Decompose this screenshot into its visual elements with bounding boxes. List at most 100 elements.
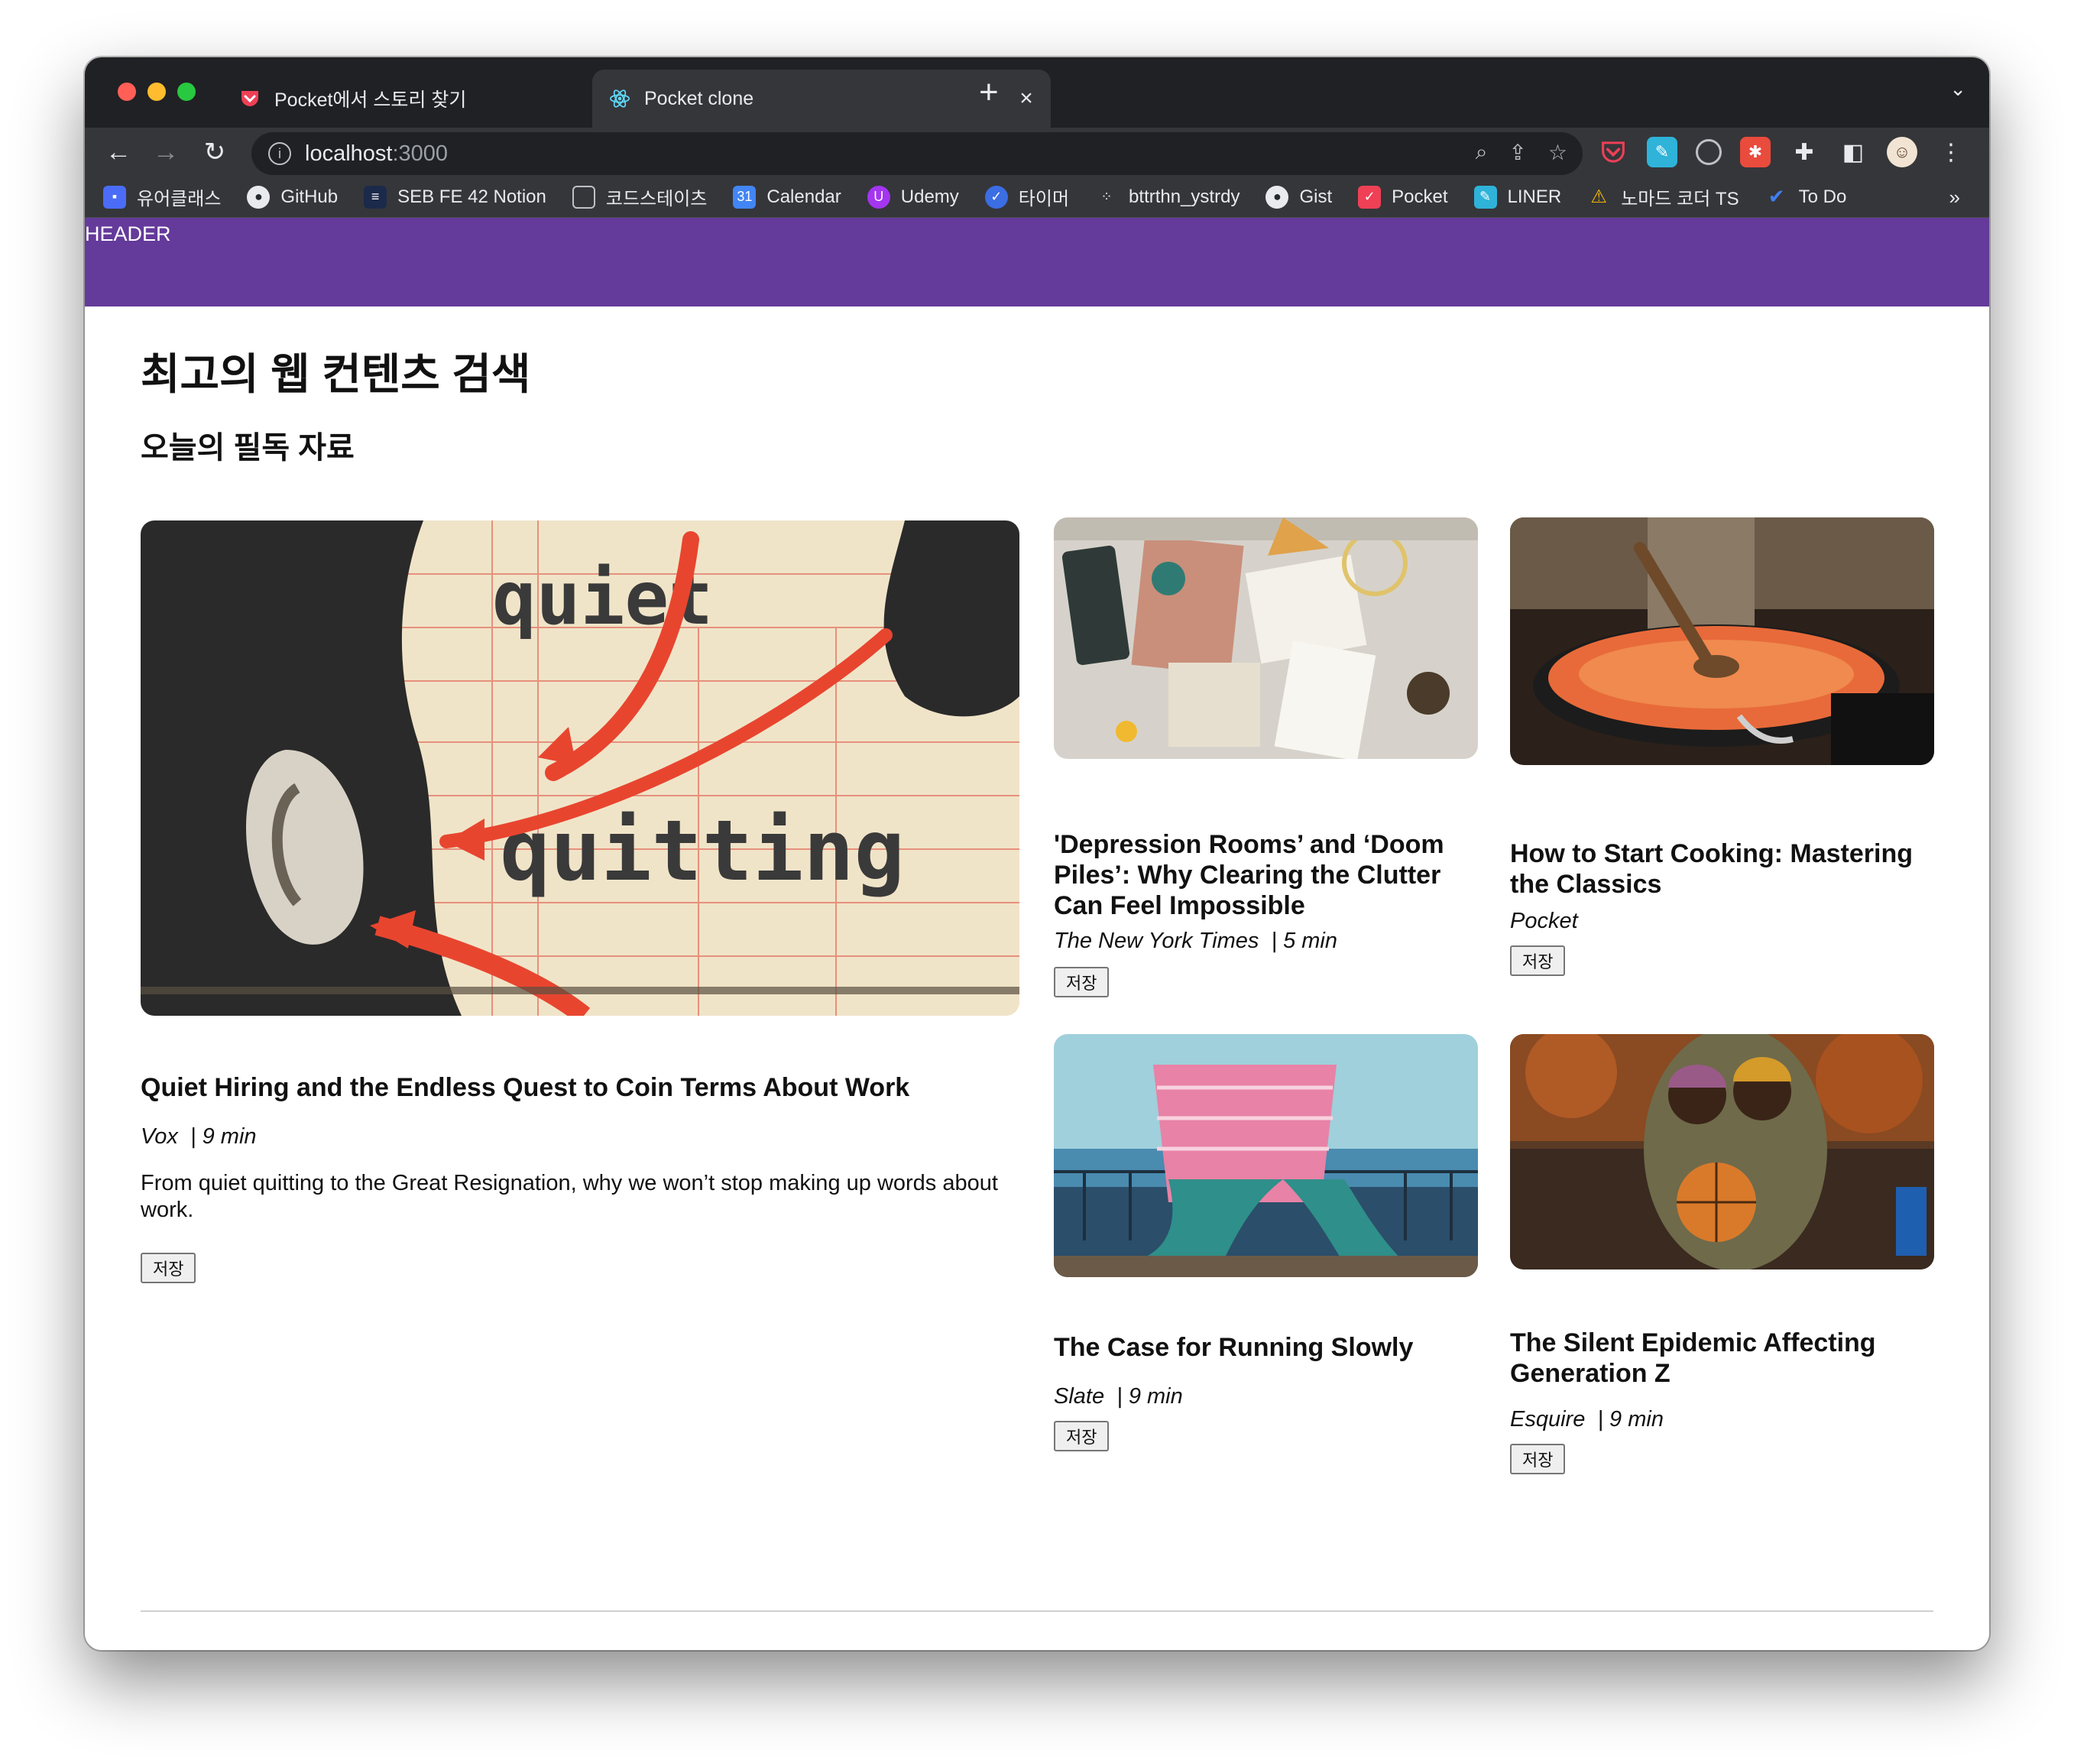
bookmark-item[interactable]: ▪ 유어클래스 (103, 183, 221, 210)
folder-icon (572, 185, 595, 209)
bookmark-item[interactable]: ● GitHub (247, 185, 338, 209)
close-icon[interactable]: × (1011, 86, 1042, 112)
article-title[interactable]: The Silent Epidemic Affecting Generation… (1510, 1328, 1934, 1389)
bookmark-item[interactable]: ≡ SEB FE 42 Notion (364, 185, 546, 209)
share-icon[interactable]: ⇪ (1509, 140, 1526, 165)
article-image[interactable] (1510, 1034, 1934, 1269)
kebab-menu-icon[interactable]: ⋮ (1936, 137, 1966, 167)
bookmark-item[interactable]: ✎ LINER (1473, 185, 1562, 209)
bookmark-item[interactable]: ✔ To Do (1765, 185, 1847, 209)
liner-icon: ✎ (1473, 185, 1497, 209)
article-read-time: | 9 min (1597, 1407, 1664, 1432)
minimize-window-button[interactable] (147, 83, 166, 101)
page-content: HEADER 최고의 웹 컨텐츠 검색 오늘의 필독 자료 quiet quit… (85, 218, 1989, 1650)
article-image[interactable] (1510, 517, 1934, 765)
codestates-icon: ▪ (103, 185, 126, 209)
bookmark-label: SEB FE 42 Notion (397, 186, 546, 207)
github-icon: ● (247, 185, 271, 209)
page-title: 최고의 웹 컨텐츠 검색 (141, 350, 531, 398)
save-button[interactable]: 저장 (1510, 945, 1566, 976)
bookmark-item[interactable]: ⚠ 노마드 코더 TS (1587, 183, 1739, 210)
udemy-icon: U (867, 185, 890, 209)
target-extension-icon[interactable] (1696, 139, 1722, 165)
article-image[interactable]: quiet quitting (141, 520, 1019, 1016)
bookmarks-overflow-button[interactable]: » (1949, 186, 1960, 209)
article-title[interactable]: 'Depression Rooms’ and ‘Doom Piles’: Why… (1054, 829, 1478, 921)
bookmark-label: Pocket (1392, 186, 1448, 207)
save-button[interactable]: 저장 (141, 1253, 196, 1283)
bookmark-item[interactable]: ● Gist (1265, 185, 1333, 209)
close-window-button[interactable] (118, 83, 136, 101)
forward-arrow-icon[interactable]: → (147, 134, 184, 170)
article-title[interactable]: Quiet Hiring and the Endless Quest to Co… (141, 1072, 1019, 1103)
article-meta: Vox | 9 min (141, 1124, 257, 1150)
react-devtools-icon[interactable]: ✱ (1740, 137, 1771, 167)
site-header: HEADER (85, 218, 1989, 306)
save-button[interactable]: 저장 (1054, 967, 1110, 997)
section-title: 오늘의 필독 자료 (141, 431, 355, 465)
article-read-time: | 9 min (1116, 1384, 1183, 1409)
address-bar[interactable]: i localhost :3000 ⌕ ⇪ ☆ (251, 132, 1583, 175)
maximize-window-button[interactable] (177, 83, 196, 101)
new-tab-button[interactable]: + (979, 76, 999, 109)
notion-icon: ≡ (364, 185, 387, 209)
puzzle-icon[interactable]: ✚ (1789, 137, 1820, 167)
info-icon[interactable]: i (268, 142, 291, 165)
bookmark-label: 코드스테이츠 (605, 189, 708, 209)
avatar[interactable]: ☺ (1887, 137, 1917, 167)
liner-extension-icon[interactable]: ✎ (1647, 137, 1677, 167)
header-text: HEADER (85, 222, 171, 245)
bookmark-label: 타이머 (1018, 189, 1070, 209)
footer-divider (141, 1610, 1933, 1612)
save-button[interactable]: 저장 (1054, 1421, 1110, 1451)
tab-title: Pocket에서 스토리 찾기 (274, 89, 467, 111)
article-meta: Pocket (1510, 909, 1578, 934)
pocket-extension-icon[interactable] (1598, 137, 1628, 167)
article-card[interactable]: 'Depression Rooms’ and ‘Doom Piles’: Why… (1054, 517, 1478, 1007)
bookmark-item[interactable]: ✓ 타이머 (984, 183, 1070, 210)
article-source: The New York Times (1054, 929, 1259, 953)
article-image[interactable] (1054, 1034, 1478, 1277)
article-title[interactable]: How to Start Cooking: Mastering the Clas… (1510, 838, 1934, 900)
calendar-icon: 31 (733, 185, 757, 209)
sidebar-icon[interactable]: ◧ (1838, 137, 1868, 167)
bookmark-item[interactable]: ✓ Pocket (1358, 185, 1448, 209)
article-card[interactable]: The Case for Running Slowly Slate | 9 mi… (1054, 1034, 1478, 1493)
article-meta: The New York Times | 5 min (1054, 929, 1337, 954)
featured-article-card[interactable]: quiet quitting Quiet Hiring and the Endl… (141, 520, 1019, 1283)
url-host: localhost (305, 141, 393, 166)
bookmark-label: Udemy (900, 186, 959, 207)
article-read-time: | 5 min (1271, 929, 1337, 953)
star-icon[interactable]: ☆ (1548, 140, 1567, 165)
browser-toolbar: ← → ↻ i localhost :3000 ⌕ ⇪ ☆ ✎ ✱ ✚ ◧ ☺ … (85, 128, 1989, 177)
article-source: Slate (1054, 1384, 1105, 1409)
bookmark-label: 유어클래스 (137, 189, 222, 209)
url-port: :3000 (392, 141, 449, 166)
github-icon: ● (1265, 185, 1289, 209)
article-meta: Slate | 9 min (1054, 1384, 1183, 1409)
pocket-icon (239, 88, 261, 109)
article-image[interactable] (1054, 517, 1478, 759)
bookmark-item[interactable]: ⁘ bttrthn_ystrdy (1095, 186, 1240, 209)
bookmark-label: Gist (1299, 186, 1333, 207)
bookmark-label: LINER (1507, 186, 1562, 207)
back-arrow-icon[interactable]: ← (100, 134, 137, 170)
dots-icon: ⁘ (1100, 189, 1113, 204)
article-excerpt: From quiet quitting to the Great Resigna… (141, 1171, 998, 1222)
save-button[interactable]: 저장 (1510, 1444, 1566, 1474)
chevron-down-icon[interactable]: ⌄ (1949, 77, 1966, 101)
bookmark-label: bttrthn_ystrdy (1129, 186, 1240, 207)
nomad-icon: ⚠ (1590, 186, 1607, 207)
bookmark-item[interactable]: U Udemy (867, 185, 959, 209)
bookmark-item[interactable]: 코드스테이츠 (572, 183, 707, 210)
zoom-icon[interactable]: ⌕ (1476, 140, 1488, 165)
article-source: Esquire (1510, 1407, 1586, 1432)
article-title[interactable]: The Case for Running Slowly (1054, 1332, 1478, 1363)
article-source: Pocket (1510, 909, 1578, 933)
article-card[interactable]: The Silent Epidemic Affecting Generation… (1510, 1034, 1934, 1508)
article-card[interactable]: How to Start Cooking: Mastering the Clas… (1510, 517, 1934, 1007)
bookmark-label: 노마드 코더 TS (1621, 189, 1739, 209)
bookmark-label: Calendar (766, 186, 841, 207)
reload-icon[interactable]: ↻ (196, 134, 233, 170)
bookmark-item[interactable]: 31 Calendar (733, 185, 841, 209)
